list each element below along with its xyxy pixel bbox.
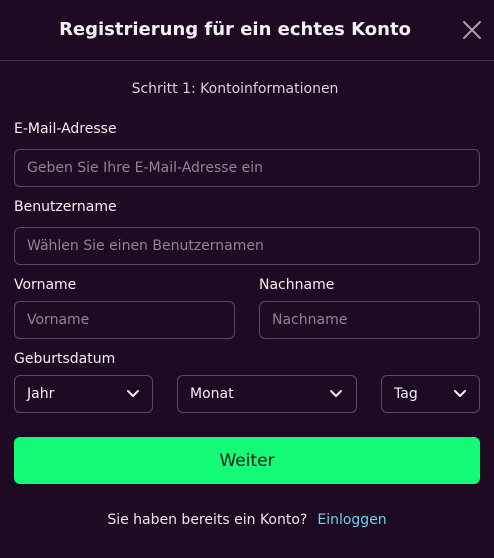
continue-button[interactable]: Weiter (14, 437, 480, 484)
login-prompt: Sie haben bereits ein Konto? Einloggen (0, 512, 494, 528)
first-name-label: Vorname (14, 277, 77, 293)
birth-day-value: Tag (394, 386, 418, 402)
modal-title: Registrierung für ein echtes Konto (59, 19, 411, 40)
birth-year-select[interactable]: Jahr (14, 375, 153, 413)
birth-day-select[interactable]: Tag (381, 375, 480, 413)
chevron-down-icon (454, 390, 466, 397)
login-question: Sie haben bereits ein Konto? (107, 512, 308, 528)
chevron-down-icon (127, 390, 139, 397)
close-button[interactable] (461, 19, 483, 41)
last-name-label: Nachname (259, 277, 335, 293)
modal-header: Registrierung für ein echtes Konto (0, 0, 494, 61)
birthdate-label: Geburtsdatum (14, 351, 116, 367)
chevron-down-icon (330, 390, 342, 397)
login-link[interactable]: Einloggen (317, 512, 386, 528)
registration-modal: Registrierung für ein echtes Konto Schri… (0, 0, 494, 558)
birth-month-value: Monat (190, 386, 234, 402)
birth-year-value: Jahr (27, 386, 55, 402)
birth-month-select[interactable]: Monat (177, 375, 357, 413)
username-input[interactable] (14, 227, 480, 265)
step-indicator: Schritt 1: Kontoinformationen (131, 81, 339, 97)
first-name-input[interactable] (14, 301, 235, 339)
close-icon (463, 21, 481, 39)
email-input[interactable] (14, 149, 480, 187)
last-name-input[interactable] (259, 301, 480, 339)
username-label: Benutzername (14, 199, 117, 215)
email-label: E-Mail-Adresse (14, 121, 117, 137)
